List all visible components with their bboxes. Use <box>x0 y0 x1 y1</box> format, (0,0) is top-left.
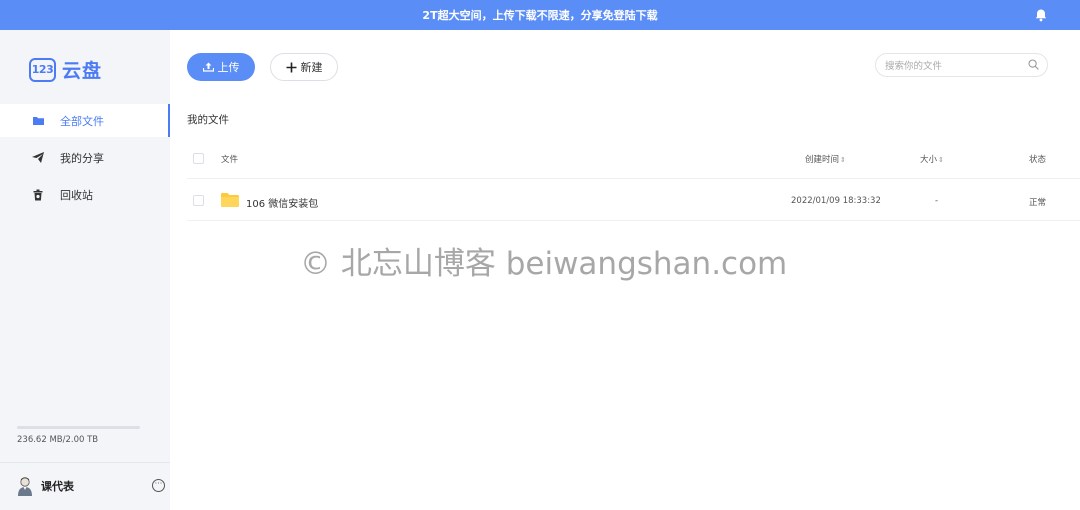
avatar <box>18 477 32 496</box>
sidebar-item-label: 回收站 <box>60 188 93 202</box>
file-name[interactable]: 106 微信安装包 <box>246 195 318 210</box>
file-status: 正常 <box>1029 198 1047 208</box>
sort-icon: ⇕ <box>938 156 944 164</box>
sort-icon: ⇕ <box>840 156 846 164</box>
file-created: 2022/01/09 18:33:32 <box>791 196 881 206</box>
select-all-checkbox[interactable] <box>193 153 204 164</box>
search-icon[interactable] <box>1028 59 1039 70</box>
send-icon <box>32 152 44 164</box>
column-header-size[interactable]: 大小⇕ <box>920 153 944 165</box>
folder-icon <box>32 115 44 127</box>
search-placeholder: 搜索你的文件 <box>885 61 943 72</box>
storage-usage-text: 236.62 MB/2.00 TB <box>17 435 99 445</box>
sidebar-item-label: 全部文件 <box>60 114 104 128</box>
sidebar-item-my-share[interactable]: 我的分享 <box>0 141 170 174</box>
divider <box>187 220 1080 221</box>
username: 课代表 <box>41 480 74 493</box>
column-header-size-label: 大小 <box>920 155 938 165</box>
sidebar-item-all-files[interactable]: 全部文件 <box>0 104 170 137</box>
watermark: © 北忘山博客 beiwangshan.com <box>300 246 788 282</box>
new-button[interactable]: 新建 <box>270 53 338 81</box>
folder-icon <box>221 193 239 207</box>
upload-button[interactable]: 上传 <box>187 53 255 81</box>
breadcrumb[interactable]: 我的文件 <box>187 112 229 127</box>
column-header-name: 文件 <box>221 155 239 165</box>
upload-label: 上传 <box>217 61 240 74</box>
trash-icon <box>32 189 44 201</box>
bell-icon[interactable] <box>1034 8 1048 22</box>
sidebar-item-recycle-bin[interactable]: 回收站 <box>0 178 170 211</box>
column-header-created[interactable]: 创建时间⇕ <box>805 153 846 165</box>
file-size: - <box>935 196 939 206</box>
logo-mark: 123 <box>29 57 56 82</box>
sidebar-item-label: 我的分享 <box>60 151 104 165</box>
row-checkbox[interactable] <box>193 195 204 206</box>
column-header-status: 状态 <box>1029 155 1047 165</box>
app-logo[interactable]: 123 云盘 <box>29 56 102 83</box>
top-banner: 2T超大空间，上传下载不限速，分享免登陆下载 <box>0 0 1080 30</box>
plus-icon <box>286 62 296 72</box>
divider <box>187 178 1080 179</box>
column-header-created-label: 创建时间 <box>805 155 840 165</box>
banner-text: 2T超大空间，上传下载不限速，分享免登陆下载 <box>422 9 658 22</box>
storage-usage-bar <box>17 426 140 429</box>
more-icon[interactable]: ··· <box>152 479 165 492</box>
upload-icon <box>202 62 214 72</box>
logo-text: 云盘 <box>62 60 103 82</box>
user-profile[interactable]: 课代表 <box>17 476 74 496</box>
search-input[interactable]: 搜索你的文件 <box>875 53 1048 77</box>
sidebar: 123 云盘 全部文件 我的分享 回收站 236.62 MB/2.00 TB 课… <box>0 30 170 510</box>
new-label: 新建 <box>300 61 323 74</box>
divider <box>0 462 170 463</box>
